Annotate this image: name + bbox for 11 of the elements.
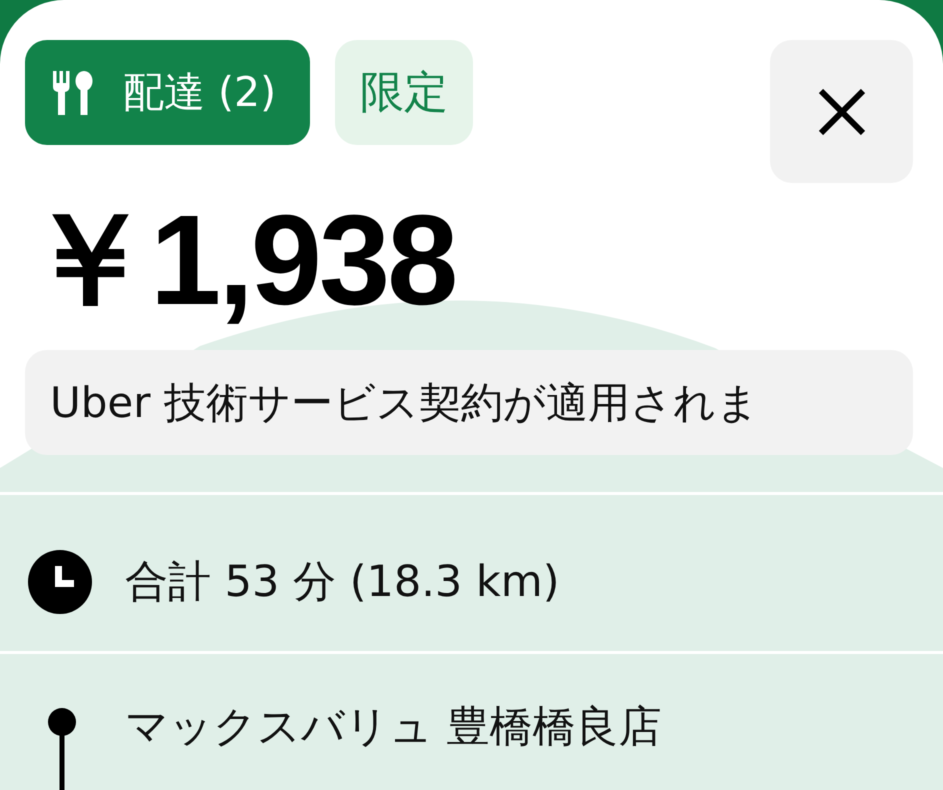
tag-label: 配達 (2) xyxy=(123,67,276,118)
close-icon xyxy=(818,88,866,136)
fork-spoon-icon xyxy=(51,70,93,114)
stop-name: マックスバリュ 豊橋橋良店 xyxy=(125,701,662,754)
limited-tag: 限定 xyxy=(335,40,474,145)
close-button[interactable] xyxy=(770,40,913,183)
trip-summary: 合計 53 分 (18.3 km) xyxy=(125,556,560,609)
clock-icon xyxy=(28,550,92,614)
notice-text: Uber 技術サービス契約が適用されま xyxy=(50,376,759,428)
price: ￥1,938 xyxy=(25,189,456,332)
route-pin-icon xyxy=(47,708,77,790)
